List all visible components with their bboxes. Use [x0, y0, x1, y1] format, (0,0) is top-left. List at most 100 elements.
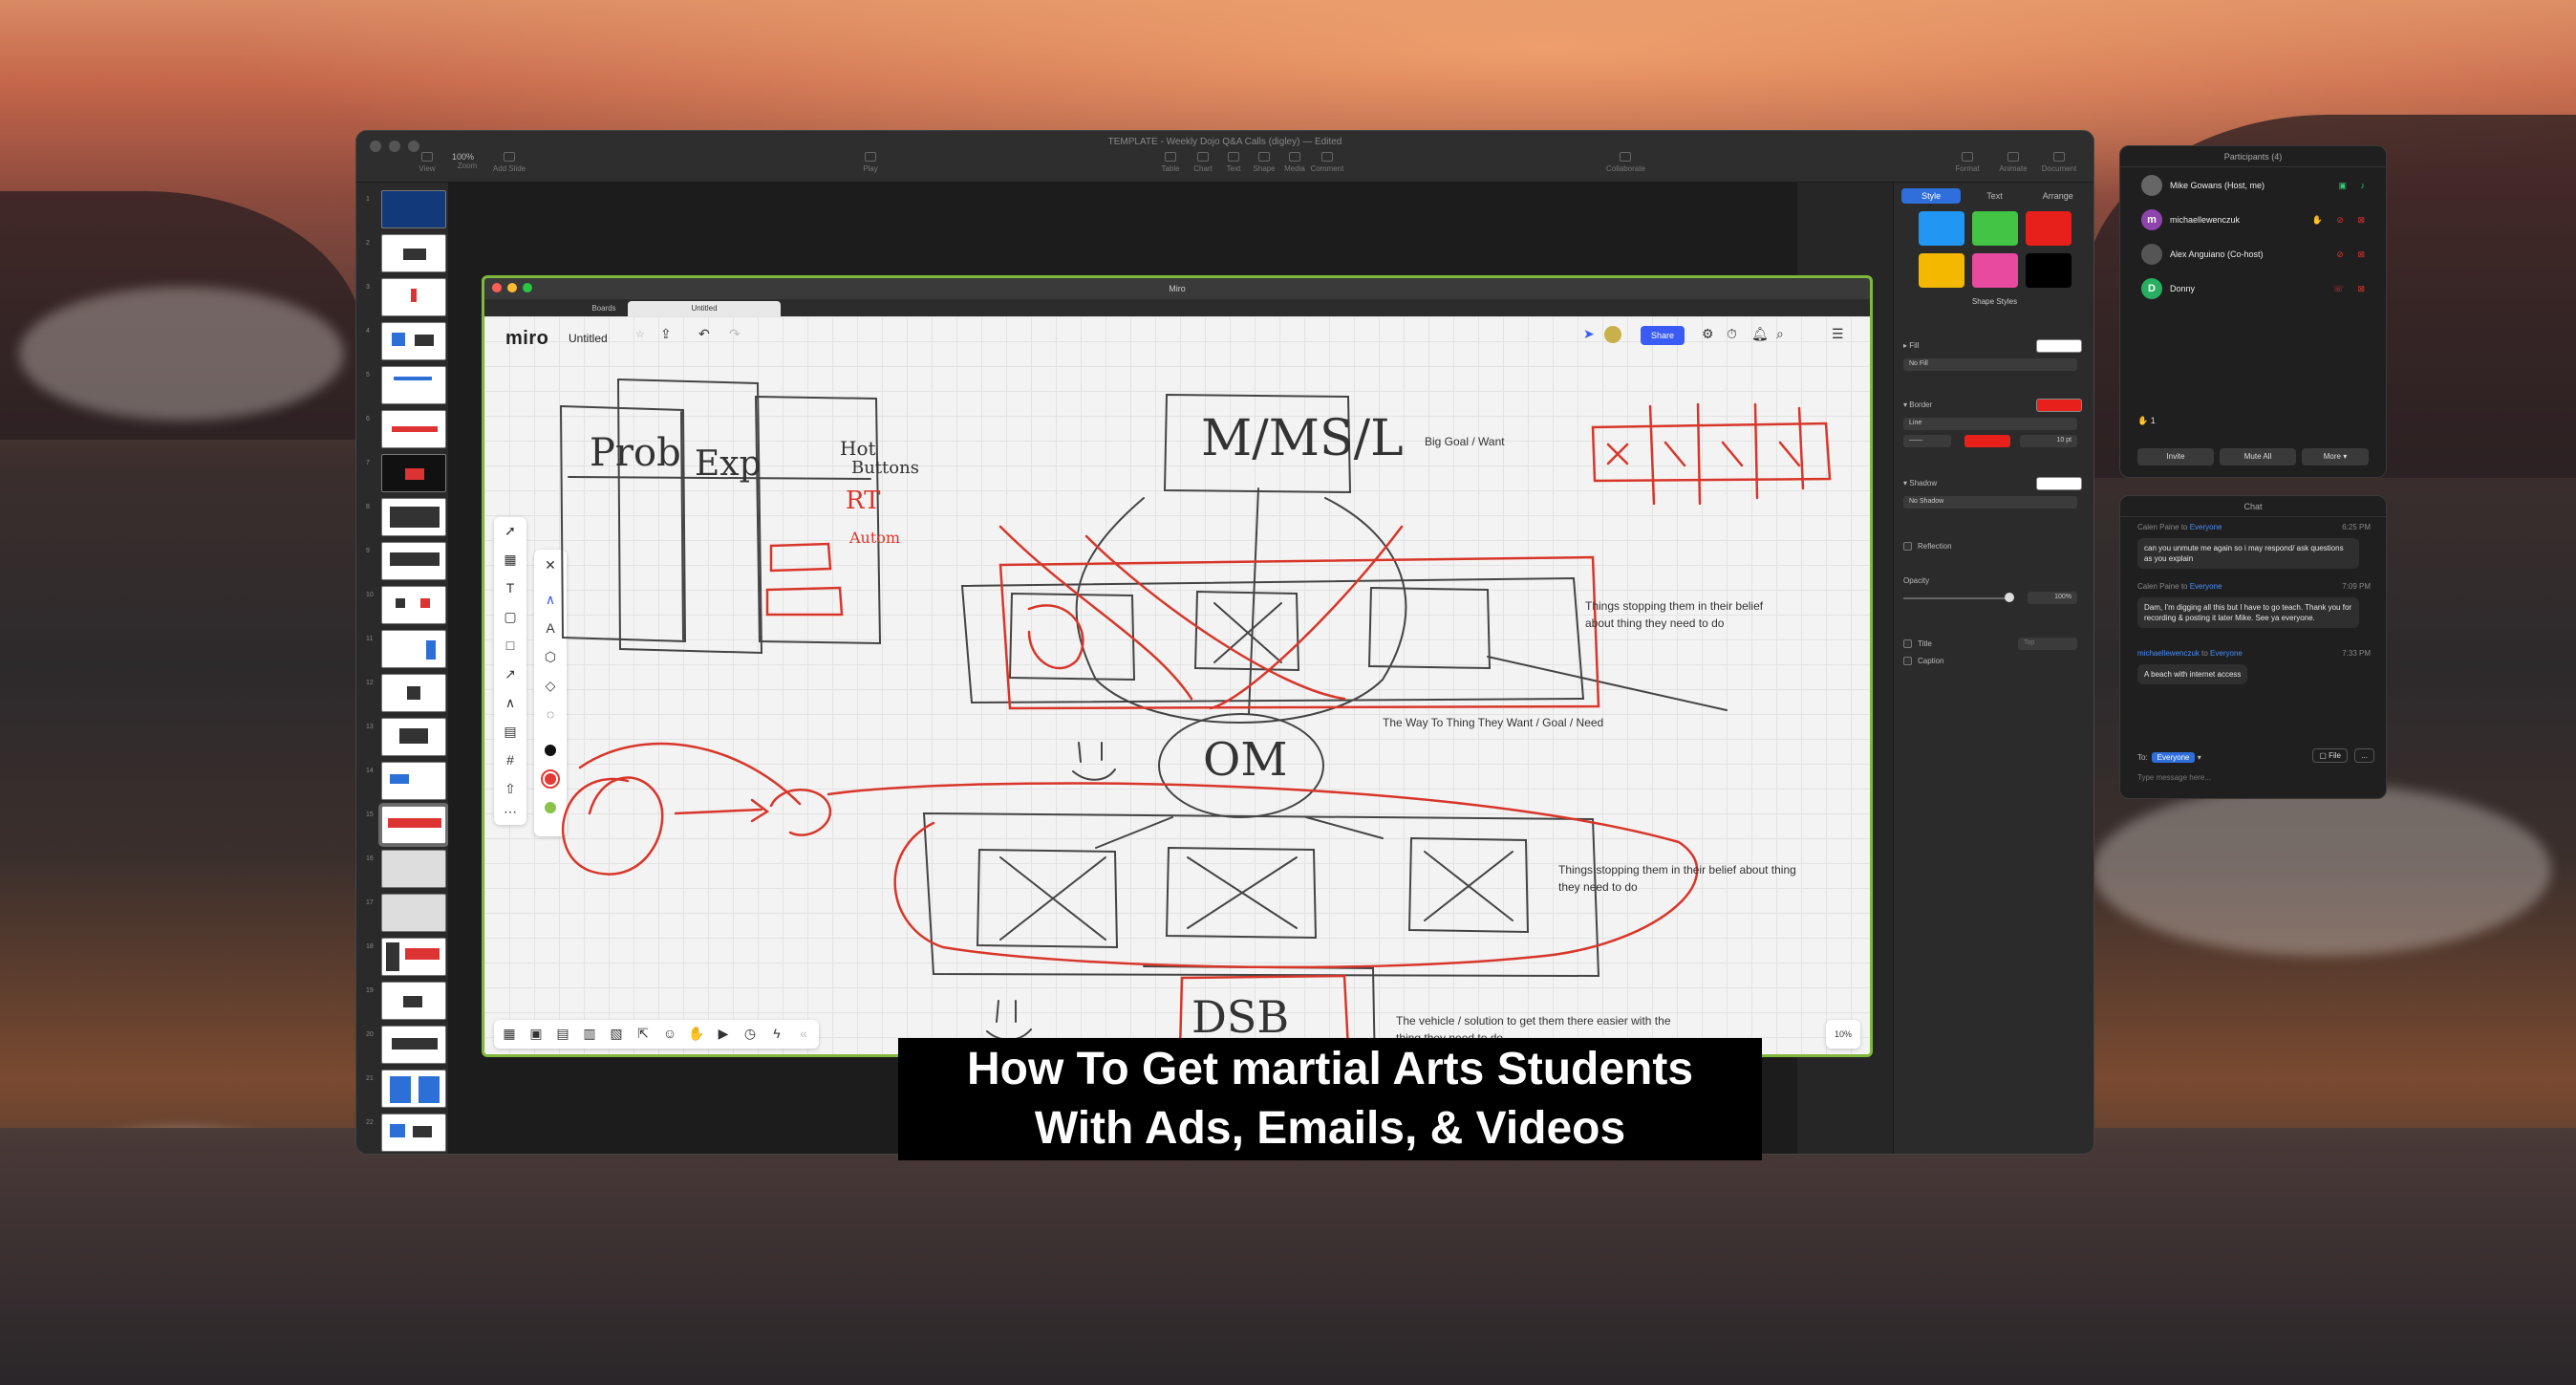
- slide-thumbnail[interactable]: [381, 586, 446, 624]
- participant-row[interactable]: m michaellewenczuk ✋ ⊘ ⊠: [2141, 209, 2371, 232]
- slide-thumbnail[interactable]: [381, 894, 446, 932]
- lightning-icon[interactable]: ϟ: [767, 1026, 786, 1041]
- participant-row[interactable]: Mike Gowans (Host, me) ▣ ♪: [2141, 175, 2371, 198]
- label-way-to-thing[interactable]: The Way To Thing They Want / Goal / Need: [1383, 716, 1603, 729]
- close-window-button[interactable]: [492, 283, 502, 292]
- slide-thumbnail[interactable]: [381, 234, 446, 272]
- document-button[interactable]: Document: [2040, 152, 2078, 173]
- shape-style-swatches: [1919, 211, 2093, 288]
- collapse-icon[interactable]: «: [794, 1026, 813, 1041]
- line-style-select[interactable]: ——: [1903, 435, 1951, 447]
- comment-button[interactable]: Comment: [1308, 152, 1346, 173]
- share-screen-icon[interactable]: ⇱: [633, 1026, 653, 1042]
- muted-mic-icon[interactable]: ✋ ⊘ ⊠: [2312, 215, 2371, 226]
- phone-icon[interactable]: ☏ ⊠: [2333, 284, 2371, 294]
- participant-name: Mike Gowans (Host, me): [2170, 181, 2265, 190]
- file-button[interactable]: ▢ File: [2312, 748, 2348, 763]
- timer-icon[interactable]: ◷: [741, 1026, 760, 1042]
- border-width-field[interactable]: 10 pt: [2020, 435, 2077, 447]
- play-button[interactable]: Play: [851, 152, 890, 173]
- animate-button[interactable]: Animate: [1994, 152, 2032, 173]
- slide-thumbnail[interactable]: [381, 542, 446, 580]
- slide-thumbnail[interactable]: [381, 1114, 446, 1152]
- slide-thumbnail[interactable]: [381, 1026, 446, 1064]
- title-position-select[interactable]: Top: [2018, 638, 2077, 650]
- collaborate-button[interactable]: Collaborate: [1606, 152, 1645, 173]
- video-on-icon[interactable]: ▣ ♪: [2338, 181, 2371, 191]
- slide-thumbnail[interactable]: [381, 630, 446, 668]
- comments-icon[interactable]: ▣: [526, 1026, 546, 1042]
- view-button[interactable]: View: [408, 152, 446, 173]
- border-color-well[interactable]: [2036, 399, 2082, 412]
- muted-mic-icon[interactable]: ⊘ ⊠: [2336, 249, 2371, 260]
- minimize-window-button[interactable]: [507, 283, 517, 292]
- tab-arrange[interactable]: Arrange: [2029, 188, 2088, 204]
- style-swatch-blue[interactable]: [1919, 211, 1964, 246]
- chat-message: Dam, I'm digging all this but I have to …: [2137, 597, 2359, 628]
- keynote-document-title: TEMPLATE - Weekly Dojo Q&A Calls (digley…: [1107, 137, 1342, 147]
- raised-hand-count: ✋ 1: [2137, 416, 2156, 425]
- chat-recipient[interactable]: To: Everyone ▾: [2137, 752, 2201, 763]
- slide-thumbnail[interactable]: [381, 454, 446, 492]
- slide-thumbnail[interactable]: [381, 498, 446, 536]
- shadow-color-well[interactable]: [2036, 477, 2082, 490]
- frames-icon[interactable]: ▦: [500, 1026, 519, 1042]
- style-swatch-red[interactable]: [2026, 211, 2072, 246]
- fill-select[interactable]: No Fill: [1903, 358, 2077, 371]
- slide-thumbnail[interactable]: [381, 938, 446, 976]
- label-things-stopping-1[interactable]: Things stopping them in their belief abo…: [1585, 597, 1786, 632]
- chat-message: can you unmute me again so i may respond…: [2137, 538, 2359, 569]
- add-slide-button[interactable]: Add Slide: [490, 152, 528, 173]
- slide-thumbnail[interactable]: [381, 410, 446, 448]
- slide-thumbnail[interactable]: [381, 982, 446, 1020]
- slide-thumbnail[interactable]: [381, 718, 446, 756]
- opacity-slider[interactable]: [1903, 597, 2008, 599]
- opacity-slider-handle[interactable]: [2005, 593, 2014, 602]
- style-swatch-green[interactable]: [1972, 211, 2018, 246]
- slide-thumbnail-selected[interactable]: [378, 803, 449, 847]
- chat-more-button[interactable]: ...: [2354, 748, 2374, 763]
- reflection-checkbox[interactable]: Reflection: [1903, 542, 2086, 552]
- slide-thumbnail[interactable]: [381, 322, 446, 360]
- mute-all-button[interactable]: Mute All: [2220, 448, 2296, 465]
- miro-board[interactable]: miro Untitled ☆ ⇪ ↶ ↷ ➤ Share ⚙ ⏱ 🔔︎ ⌕ ☰…: [484, 316, 1870, 1054]
- slide-thumbnail[interactable]: [381, 366, 446, 404]
- participant-row[interactable]: Alex Anguiano (Co-host) ⊘ ⊠: [2141, 244, 2371, 267]
- participant-row[interactable]: D Donny ☏ ⊠: [2141, 278, 2371, 301]
- border-style-select[interactable]: Line: [1903, 418, 2077, 430]
- like-icon[interactable]: ✋: [687, 1026, 706, 1042]
- slide-thumbnail[interactable]: [381, 1070, 446, 1108]
- desktop-fog: [19, 287, 344, 421]
- tab-text[interactable]: Text: [1964, 188, 2024, 204]
- more-button[interactable]: More ▾: [2302, 448, 2369, 465]
- video-icon[interactable]: ▶: [714, 1026, 733, 1042]
- format-button[interactable]: Format: [1948, 152, 1986, 173]
- style-swatch-yellow[interactable]: [1919, 253, 1964, 288]
- red-xbox-row: [1591, 422, 1832, 483]
- tab-style[interactable]: Style: [1901, 188, 1962, 204]
- slide-thumbnail[interactable]: [381, 762, 446, 800]
- style-swatch-pink[interactable]: [1972, 253, 2018, 288]
- slide-thumbnail[interactable]: [381, 674, 446, 712]
- border-color-swatch[interactable]: [1964, 435, 2010, 447]
- style-swatch-black[interactable]: [2026, 253, 2072, 288]
- slide-thumbnail[interactable]: [381, 190, 446, 228]
- label-things-stopping-2[interactable]: Things stopping them in their belief abo…: [1558, 861, 1807, 896]
- chat-icon[interactable]: ▤: [553, 1026, 572, 1042]
- kanban-icon[interactable]: ▧: [607, 1026, 626, 1042]
- fill-color-well[interactable]: [2036, 339, 2082, 353]
- zoom-window-button[interactable]: [523, 283, 532, 292]
- cards-icon[interactable]: ▥: [580, 1026, 599, 1042]
- opacity-field[interactable]: 100%: [2028, 592, 2077, 604]
- invite-button[interactable]: Invite: [2137, 448, 2214, 465]
- slide-thumbnail[interactable]: [381, 278, 446, 316]
- label-big-goal[interactable]: Big Goal / Want: [1425, 435, 1505, 448]
- chat-input[interactable]: Type message here...: [2137, 773, 2211, 782]
- shadow-select[interactable]: No Shadow: [1903, 496, 2077, 509]
- emoji-icon[interactable]: ☺: [660, 1026, 679, 1041]
- zoom-level[interactable]: 10%: [1826, 1020, 1860, 1049]
- participant-name: michaellewenczuk: [2170, 215, 2241, 225]
- slide-thumbnail[interactable]: [381, 850, 446, 888]
- tab-untitled[interactable]: Untitled: [628, 301, 781, 316]
- caption-checkbox[interactable]: Caption: [1903, 657, 2086, 666]
